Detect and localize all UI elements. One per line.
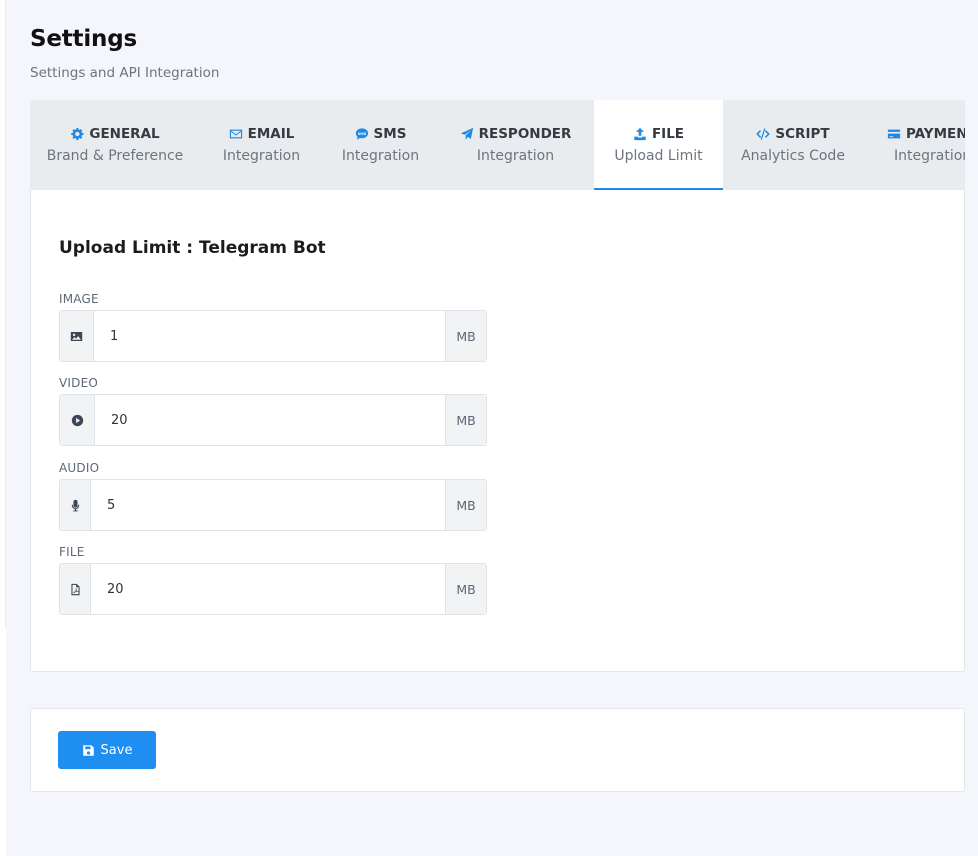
audio-limit-group: MB	[59, 479, 487, 531]
unit-label: MB	[445, 564, 486, 614]
unit-label: MB	[445, 311, 486, 361]
tab-label: PAYMENT	[906, 126, 965, 142]
actions-card: Save	[30, 708, 965, 792]
page-subtitle: Settings and API Integration	[30, 65, 220, 81]
tab-label: GENERAL	[89, 126, 160, 142]
svg-text:SMS: SMS	[357, 132, 366, 136]
tab-file[interactable]: FILE Upload Limit	[594, 100, 723, 190]
save-button[interactable]: Save	[58, 731, 156, 769]
unit-label: MB	[445, 395, 486, 445]
play-circle-icon	[71, 414, 83, 426]
tab-sublabel: Brand & Preference	[46, 148, 184, 164]
tab-responder[interactable]: RESPONDER Integration	[438, 100, 593, 190]
tab-sublabel: Integration	[894, 148, 965, 164]
file-label: FILE	[59, 545, 85, 559]
main-content: Settings Settings and API Integration GE…	[6, 0, 978, 856]
page-title: Settings	[30, 26, 137, 52]
tab-general[interactable]: GENERAL Brand & Preference	[30, 100, 200, 190]
settings-tabs: GENERAL Brand & Preference EMAIL Integra…	[30, 100, 965, 190]
audio-label: AUDIO	[59, 461, 100, 475]
tab-payment[interactable]: PAYMENT Integration	[863, 100, 965, 190]
upload-limit-card: Upload Limit : Telegram Bot IMAGE MB VID…	[30, 190, 965, 672]
tab-sublabel: Integration	[341, 148, 420, 164]
tab-sublabel: Integration	[222, 148, 301, 164]
image-label: IMAGE	[59, 292, 99, 306]
microphone-icon	[71, 499, 79, 511]
file-pdf-icon	[70, 583, 80, 595]
image-icon	[70, 331, 83, 341]
audio-limit-input[interactable]	[91, 480, 445, 530]
tab-label: SMS	[373, 126, 407, 142]
tab-email[interactable]: EMAIL Integration	[200, 100, 323, 190]
image-limit-input[interactable]	[94, 311, 445, 361]
save-button-label: Save	[100, 742, 133, 758]
video-label: VIDEO	[59, 376, 99, 390]
tab-label: FILE	[651, 126, 685, 142]
sms-icon: SMS	[355, 128, 368, 140]
image-limit-group: MB	[59, 310, 487, 362]
file-limit-group: MB	[59, 563, 487, 615]
envelope-icon	[229, 129, 242, 139]
file-limit-input[interactable]	[91, 564, 445, 614]
code-icon	[756, 128, 771, 140]
upload-icon	[634, 127, 646, 141]
tab-label: SCRIPT	[775, 126, 830, 142]
paper-plane-icon	[460, 127, 473, 140]
tab-label: RESPONDER	[478, 126, 572, 142]
unit-label: MB	[445, 480, 486, 530]
tab-sublabel: Integration	[476, 148, 555, 164]
tab-sublabel: Analytics Code	[741, 148, 845, 164]
tab-sms[interactable]: SMS SMS Integration	[323, 100, 438, 190]
credit-card-icon	[887, 129, 901, 139]
gear-icon	[71, 127, 84, 141]
tab-sublabel: Upload Limit	[614, 148, 703, 164]
tab-label: EMAIL	[247, 126, 295, 142]
video-limit-input[interactable]	[95, 395, 445, 445]
floppy-disk-icon	[82, 744, 94, 756]
video-limit-group: MB	[59, 394, 487, 446]
tab-script[interactable]: SCRIPT Analytics Code	[723, 100, 863, 190]
section-title: Upload Limit : Telegram Bot	[59, 238, 326, 258]
